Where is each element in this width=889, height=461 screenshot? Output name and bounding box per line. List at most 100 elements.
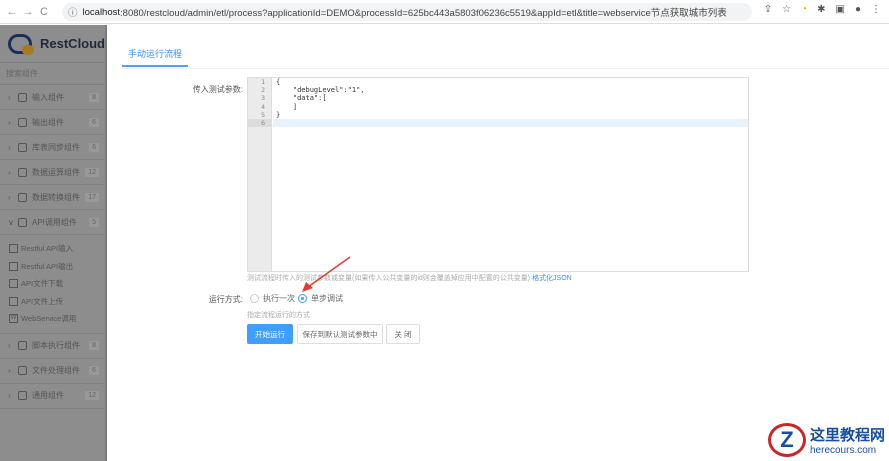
address-bar[interactable]: ⓘ localhost :8080/restcloud/admin/etl/pr… <box>62 3 752 21</box>
group-label: 数据转换组件 <box>32 192 80 202</box>
code-line[interactable] <box>273 118 748 128</box>
sub-item-label: Restful API输入 <box>21 244 74 254</box>
line-number: 3 <box>261 94 265 103</box>
sidebar-group[interactable]: › 库表同步组件 6 <box>0 135 105 160</box>
chevron-right-icon: › <box>8 117 11 127</box>
json-editor[interactable]: 123456 { "debugLevel":"1", "data":[ ]} <box>247 77 749 272</box>
main-panel: 手动运行流程 传入测试参数: 123456 { "debugLevel":"1"… <box>109 25 889 461</box>
chevron-right-icon: › <box>8 341 11 350</box>
run-mode-hint: 指定流程运行的方式 <box>247 312 310 319</box>
group-count: 17 <box>85 192 99 202</box>
radio-circle-checked[interactable] <box>298 294 307 303</box>
component-icon <box>18 142 27 152</box>
component-icon <box>18 217 27 227</box>
sidebar-group[interactable]: › 脚本执行组件 8 <box>0 334 105 359</box>
watermark: Z 这里教程网 herecours.com <box>767 423 885 457</box>
url-host: localhost <box>82 6 121 18</box>
component-icon <box>18 366 27 375</box>
search-input[interactable]: 搜索组件 <box>0 63 105 85</box>
group-label: 输出组件 <box>32 117 64 127</box>
sidebar-group[interactable]: › 文件处理组件 6 <box>0 359 105 384</box>
component-icon <box>18 391 27 400</box>
sidebar-group[interactable]: › 输入组件 8 <box>0 85 105 110</box>
chevron-right-icon: › <box>8 92 11 102</box>
api-icon <box>9 279 18 289</box>
format-json-link[interactable]: 格式化JSON <box>532 275 572 282</box>
webservice-icon: W <box>9 314 18 324</box>
line-number: 6 <box>248 118 271 128</box>
chevron-down-icon: ∨ <box>8 217 14 227</box>
chevron-right-icon: › <box>8 167 11 177</box>
sidebar-group[interactable]: › 通用组件 12 <box>0 384 105 409</box>
component-icon <box>18 117 27 127</box>
component-icon <box>18 92 27 102</box>
chevron-right-icon: › <box>8 391 11 400</box>
star-icon[interactable]: ☆ <box>782 4 791 15</box>
code-line[interactable]: ] <box>273 103 748 111</box>
watermark-title: 这里教程网 <box>809 427 885 444</box>
line-number: 5 <box>261 110 265 119</box>
component-icon <box>18 341 27 350</box>
watermark-logo-icon: Z <box>767 423 806 457</box>
brand-name: RestCloud <box>40 36 105 51</box>
group-count: 5 <box>89 217 99 227</box>
code-line[interactable]: "data":[ <box>273 94 748 102</box>
sidebar-group[interactable]: › 输出组件 6 <box>0 110 105 135</box>
profile-icon[interactable]: ● <box>855 4 861 15</box>
sub-item-label: API文件上传 <box>21 296 64 306</box>
group-count: 6 <box>89 142 99 152</box>
group-count: 6 <box>89 117 99 127</box>
radio-label: 执行一次 <box>263 294 295 303</box>
sidebar-group[interactable]: › 数据转换组件 17 <box>0 185 105 210</box>
sidebar-group[interactable]: ∨ API调用组件 5 <box>0 210 105 235</box>
sidepanel-icon[interactable]: ▣ <box>836 4 845 15</box>
watermark-sub: herecours.com <box>809 445 877 456</box>
param-hint-text: 测试流程时传入的测试参数或变量(如果传入公共变量的id则会覆盖掉应用中配置的公共… <box>247 275 531 282</box>
sub-item-label: API文件下载 <box>21 279 64 289</box>
sidebar-sub-item[interactable]: API文件上传 <box>0 293 105 311</box>
radio-circle[interactable] <box>250 294 259 303</box>
code-line[interactable]: } <box>273 111 748 119</box>
group-count: 8 <box>89 341 99 350</box>
sidebar-sub-item[interactable]: Restful API输入 <box>0 240 105 258</box>
group-label: 通用组件 <box>32 391 64 400</box>
api-icon <box>9 244 18 254</box>
info-icon: ⓘ <box>68 8 78 19</box>
run-mode-label: 运行方式: <box>208 295 243 304</box>
code-line[interactable]: "debugLevel":"1", <box>273 86 748 94</box>
group-count: 6 <box>89 366 99 375</box>
sidebar-sub-item[interactable]: Restful API输出 <box>0 258 105 276</box>
close-button[interactable]: 关 闭 <box>386 324 420 344</box>
api-icon <box>9 261 18 271</box>
logo: RestCloud <box>0 25 105 63</box>
api-icon <box>9 296 18 306</box>
editor-gutter: 123456 <box>248 78 272 271</box>
url-path: :8080/restcloud/admin/etl/process?applic… <box>120 8 727 19</box>
cloud-logo-icon <box>8 33 34 55</box>
sub-item-label: WebService调用 <box>21 314 77 324</box>
group-label: 文件处理组件 <box>32 366 80 375</box>
sidebar-sub-item[interactable]: API文件下载 <box>0 275 105 293</box>
extension-badge-icon[interactable]: ◔ <box>801 4 807 15</box>
tab-manual-run[interactable]: 手动运行流程 <box>122 45 188 67</box>
component-icon <box>18 192 27 202</box>
start-run-button[interactable]: 开始运行 <box>247 324 293 344</box>
group-count: 12 <box>85 167 99 177</box>
back-icon[interactable]: ← <box>4 6 20 18</box>
forward-icon[interactable]: → <box>20 6 36 18</box>
save-default-params-button[interactable]: 保存到默认测试参数中 <box>297 324 383 344</box>
menu-icon[interactable]: ⋮ <box>871 4 881 15</box>
code-line[interactable]: { <box>273 78 748 86</box>
radio-run-once[interactable]: 执行一次 <box>250 293 295 304</box>
sidebar-group[interactable]: › 数据运算组件 12 <box>0 160 105 185</box>
group-label: 库表同步组件 <box>32 142 80 152</box>
share-icon[interactable]: ⇪ <box>764 4 772 15</box>
reload-icon[interactable]: C <box>36 6 52 18</box>
browser-toolbar: ← → C ⓘ localhost :8080/restcloud/admin/… <box>0 0 889 24</box>
group-count: 8 <box>89 92 99 102</box>
sidebar-sub-item[interactable]: W WebService调用 <box>0 310 105 328</box>
group-label: API调用组件 <box>32 217 77 227</box>
red-arrow-annotation <box>302 256 351 292</box>
group-label: 脚本执行组件 <box>32 341 80 350</box>
puzzle-icon[interactable]: ✱ <box>817 4 825 15</box>
